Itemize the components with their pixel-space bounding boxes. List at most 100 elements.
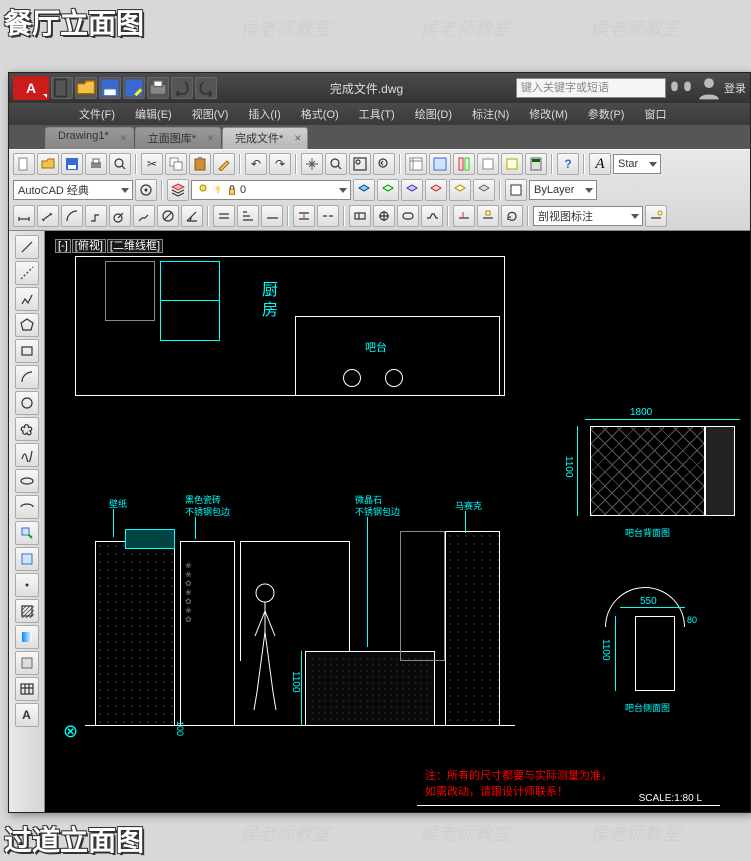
gradient-icon[interactable] <box>15 625 39 649</box>
dim-continue-icon[interactable] <box>261 205 283 227</box>
dim-aligned-icon[interactable] <box>37 205 59 227</box>
menu-insert[interactable]: 插入(I) <box>238 103 290 125</box>
workspace-combo[interactable]: AutoCAD 经典 <box>13 180 133 200</box>
color-swatch[interactable] <box>505 179 527 201</box>
dim-update-icon[interactable] <box>501 205 523 227</box>
dim-radius-icon[interactable] <box>109 205 131 227</box>
help-search-input[interactable]: 键入关键字或短语 <box>516 78 666 98</box>
construction-line-icon[interactable] <box>15 261 39 285</box>
sheet-set-icon[interactable] <box>477 153 499 175</box>
match-props-icon[interactable] <box>213 153 235 175</box>
dim-baseline-icon[interactable] <box>237 205 259 227</box>
dim-linear-icon[interactable] <box>13 205 35 227</box>
layer-iso-icon[interactable] <box>353 179 375 201</box>
jogged-linear-icon[interactable] <box>421 205 443 227</box>
region-icon[interactable] <box>15 651 39 675</box>
layer-props-icon[interactable] <box>167 179 189 201</box>
menu-modify[interactable]: 修改(M) <box>519 103 578 125</box>
polygon-icon[interactable] <box>15 313 39 337</box>
menu-draw[interactable]: 绘图(D) <box>405 103 462 125</box>
print-icon[interactable] <box>85 153 107 175</box>
file-tab-finished[interactable]: 完成文件*× <box>222 127 308 149</box>
color-combo[interactable]: ByLayer <box>529 180 597 200</box>
layer-states-icon[interactable] <box>473 179 495 201</box>
menu-view[interactable]: 视图(V) <box>182 103 239 125</box>
qat-open-icon[interactable] <box>75 77 97 99</box>
dimstyle-combo[interactable]: 剖视图标注 <box>533 206 643 226</box>
menu-dimension[interactable]: 标注(N) <box>462 103 519 125</box>
zoom-window-icon[interactable] <box>349 153 371 175</box>
properties-icon[interactable] <box>405 153 427 175</box>
user-icon[interactable] <box>696 77 722 99</box>
spline-icon[interactable] <box>15 443 39 467</box>
make-block-icon[interactable] <box>15 547 39 571</box>
qat-print-icon[interactable] <box>147 77 169 99</box>
rectangle-icon[interactable] <box>15 339 39 363</box>
menu-format[interactable]: 格式(O) <box>291 103 349 125</box>
open-icon[interactable] <box>37 153 59 175</box>
undo-icon[interactable]: ↶ <box>245 153 267 175</box>
point-icon[interactable] <box>15 573 39 597</box>
menu-window[interactable]: 窗口 <box>634 103 676 125</box>
mtext-icon[interactable]: A <box>15 703 39 727</box>
table-icon[interactable] <box>15 677 39 701</box>
dim-diameter-icon[interactable] <box>157 205 179 227</box>
line-icon[interactable] <box>15 235 39 259</box>
layer-freeze-icon[interactable] <box>401 179 423 201</box>
insert-block-icon[interactable] <box>15 521 39 545</box>
design-center-icon[interactable] <box>429 153 451 175</box>
redo-icon[interactable]: ↷ <box>269 153 291 175</box>
menu-edit[interactable]: 编辑(E) <box>125 103 182 125</box>
file-tab-drawing1[interactable]: Drawing1*× <box>45 127 134 149</box>
app-menu-button[interactable]: A <box>13 76 49 100</box>
layer-off-icon[interactable] <box>425 179 447 201</box>
dim-angular-icon[interactable] <box>181 205 203 227</box>
layer-match-icon[interactable] <box>449 179 471 201</box>
new-icon[interactable] <box>13 153 35 175</box>
login-button[interactable]: 登录 <box>724 77 746 99</box>
standard-combo[interactable]: Star <box>613 154 661 174</box>
ellipse-icon[interactable] <box>15 469 39 493</box>
hatch-icon[interactable] <box>15 599 39 623</box>
close-tab-icon[interactable]: × <box>207 131 214 145</box>
save-icon[interactable] <box>61 153 83 175</box>
close-tab-icon[interactable]: × <box>120 131 127 145</box>
qat-saveas-icon[interactable] <box>123 77 145 99</box>
close-tab-icon[interactable]: × <box>294 131 301 145</box>
dim-quick-icon[interactable] <box>213 205 235 227</box>
dim-ordinate-icon[interactable] <box>85 205 107 227</box>
dim-space-icon[interactable] <box>293 205 315 227</box>
pan-icon[interactable] <box>301 153 323 175</box>
dim-break-icon[interactable] <box>317 205 339 227</box>
dim-jogged-icon[interactable] <box>133 205 155 227</box>
layer-prev-icon[interactable] <box>377 179 399 201</box>
tool-palette-icon[interactable] <box>453 153 475 175</box>
circle-icon[interactable] <box>15 391 39 415</box>
qat-undo-icon[interactable] <box>171 77 193 99</box>
layer-combo[interactable]: 0 <box>191 180 351 200</box>
help-icon[interactable]: ? <box>557 153 579 175</box>
menu-file[interactable]: 文件(F) <box>69 103 125 125</box>
cut-icon[interactable]: ✂ <box>141 153 163 175</box>
menu-parametric[interactable]: 参数(P) <box>578 103 635 125</box>
dim-edit-icon[interactable] <box>453 205 475 227</box>
copy-icon[interactable] <box>165 153 187 175</box>
paste-icon[interactable] <box>189 153 211 175</box>
markup-icon[interactable] <box>501 153 523 175</box>
ellipse-arc-icon[interactable] <box>15 495 39 519</box>
zoom-realtime-icon[interactable] <box>325 153 347 175</box>
polyline-icon[interactable] <box>15 287 39 311</box>
inspect-icon[interactable] <box>397 205 419 227</box>
menu-tools[interactable]: 工具(T) <box>349 103 405 125</box>
center-mark-icon[interactable] <box>373 205 395 227</box>
text-style-icon[interactable]: A <box>589 153 611 175</box>
infocenter-icon[interactable] <box>668 77 694 99</box>
qat-redo-icon[interactable] <box>195 77 217 99</box>
dim-arc-icon[interactable] <box>61 205 83 227</box>
zoom-previous-icon[interactable] <box>373 153 395 175</box>
tolerance-icon[interactable] <box>349 205 371 227</box>
dimstyle-manager-icon[interactable] <box>645 205 667 227</box>
file-tab-library[interactable]: 立面图库*× <box>135 127 221 149</box>
drawing-canvas[interactable]: [-][俯视][二维线框] 厨房 吧台 1800 1100 吧台背面图 550 <box>45 231 750 812</box>
qat-new-icon[interactable] <box>51 77 73 99</box>
